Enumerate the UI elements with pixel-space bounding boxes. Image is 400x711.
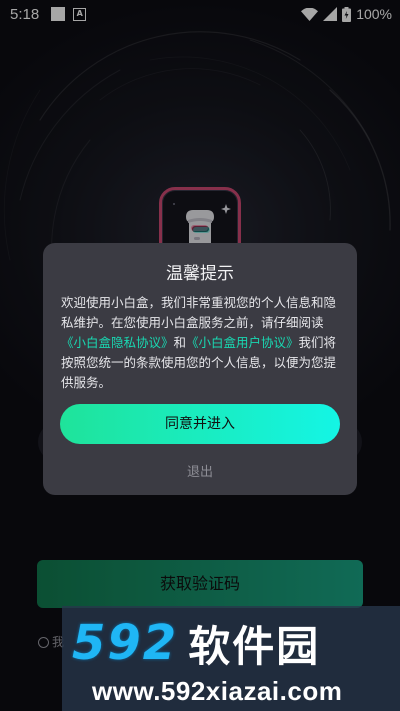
dialog-body-text-1: 欢迎使用小白盒，我们非常重视您的个人信息和隐私维护。在您使用小白盒服务之前，请仔… <box>61 295 337 330</box>
app-screen: 5:18 A 100% 获取验证码 我 温馨提示 欢迎使用小白盒，我们非常重视您… <box>0 0 400 711</box>
watermark-name: 软件园 <box>188 621 321 671</box>
watermark-number: 592 <box>72 615 179 671</box>
dialog-and-text: 和 <box>173 335 187 350</box>
agree-enter-button[interactable]: 同意并进入 <box>60 404 340 444</box>
user-agreement-link[interactable]: 《小白盒用户协议》 <box>186 335 299 350</box>
exit-button[interactable]: 退出 <box>43 461 357 480</box>
privacy-dialog: 温馨提示 欢迎使用小白盒，我们非常重视您的个人信息和隐私维护。在您使用小白盒服务… <box>43 243 357 495</box>
dialog-title: 温馨提示 <box>166 264 234 284</box>
dialog-body: 欢迎使用小白盒，我们非常重视您的个人信息和隐私维护。在您使用小白盒服务之前，请仔… <box>61 293 345 393</box>
watermark-url: www.592xiazai.com <box>92 676 343 706</box>
privacy-policy-link[interactable]: 《小白盒隐私协议》 <box>61 335 174 350</box>
watermark-logo: 592 软件园 <box>72 614 320 672</box>
site-watermark: 592 软件园 www.592xiazai.com <box>62 606 400 711</box>
